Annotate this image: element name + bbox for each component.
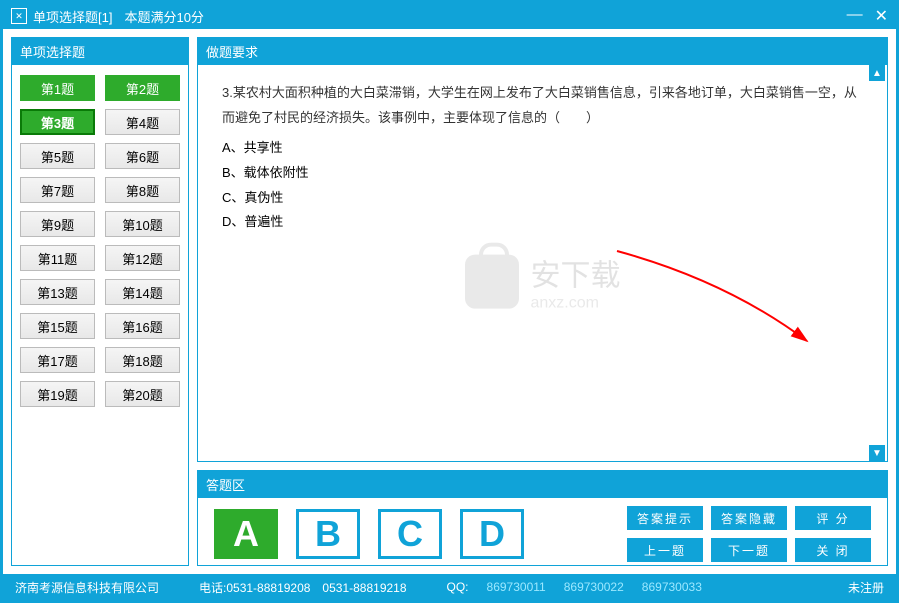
answer-choice-c[interactable]: C xyxy=(378,509,442,559)
question-button-2[interactable]: 第2题 xyxy=(105,75,180,101)
answer-choice-b[interactable]: B xyxy=(296,509,360,559)
qq-3: 869730033 xyxy=(642,580,702,594)
scroll-up-button[interactable]: ▲ xyxy=(869,65,885,81)
phone-label: 电话:0531-88819208 0531-88819218 xyxy=(199,579,407,596)
hint-button[interactable]: 答案提示 xyxy=(627,506,703,530)
lock-icon xyxy=(465,255,519,309)
watermark: 安下载 anxz.com xyxy=(465,251,621,313)
question-button-6[interactable]: 第6题 xyxy=(105,143,180,169)
question-button-5[interactable]: 第5题 xyxy=(20,143,95,169)
qq-2: 869730022 xyxy=(564,580,624,594)
question-button-15[interactable]: 第15题 xyxy=(20,313,95,339)
question-button-9[interactable]: 第9题 xyxy=(20,211,95,237)
close-button[interactable]: ✕ xyxy=(875,6,888,26)
question-button-11[interactable]: 第11题 xyxy=(20,245,95,271)
scroll-down-button[interactable]: ▼ xyxy=(869,445,885,461)
qq-label: QQ: xyxy=(447,580,469,594)
minimize-button[interactable]: — xyxy=(847,6,863,26)
question-button-17[interactable]: 第17题 xyxy=(20,347,95,373)
question-sidebar: 单项选择题 第1题第2题第3题第4题第5题第6题第7题第8题第9题第10题第11… xyxy=(11,37,189,566)
next-button[interactable]: 下一题 xyxy=(711,538,787,562)
question-button-1[interactable]: 第1题 xyxy=(20,75,95,101)
question-button-19[interactable]: 第19题 xyxy=(20,381,95,407)
option-d: D、普遍性 xyxy=(222,210,863,235)
question-button-3[interactable]: 第3题 xyxy=(20,109,95,135)
sidebar-header: 单项选择题 xyxy=(12,38,188,65)
answer-choice-d[interactable]: D xyxy=(460,509,524,559)
statusbar: 济南考源信息科技有限公司 电话:0531-88819208 0531-88819… xyxy=(3,574,896,600)
answer-header: 答题区 xyxy=(198,471,887,498)
question-button-16[interactable]: 第16题 xyxy=(105,313,180,339)
company-label: 济南考源信息科技有限公司 xyxy=(15,579,159,596)
answer-choice-a[interactable]: A xyxy=(214,509,278,559)
question-button-7[interactable]: 第7题 xyxy=(20,177,95,203)
question-button-10[interactable]: 第10题 xyxy=(105,211,180,237)
question-text: 3.某农村大面积种植的大白菜滞销，大学生在网上发布了大白菜销售信息，引来各地订单… xyxy=(222,81,863,130)
question-button-8[interactable]: 第8题 xyxy=(105,177,180,203)
score-button[interactable]: 评 分 xyxy=(795,506,871,530)
titlebar: ✕ 单项选择题[1] 本题满分10分 — ✕ xyxy=(3,3,896,29)
answer-panel: 答题区 ABCD 答案提示 答案隐藏 评 分 上一题 下一题 关 闭 xyxy=(197,470,888,566)
question-header: 做题要求 xyxy=(198,38,887,65)
qq-1: 869730011 xyxy=(487,580,546,594)
register-status: 未注册 xyxy=(848,579,884,596)
question-button-14[interactable]: 第14题 xyxy=(105,279,180,305)
question-button-4[interactable]: 第4题 xyxy=(105,109,180,135)
question-button-20[interactable]: 第20题 xyxy=(105,381,180,407)
hide-answer-button[interactable]: 答案隐藏 xyxy=(711,506,787,530)
prev-button[interactable]: 上一题 xyxy=(627,538,703,562)
option-a: A、共享性 xyxy=(222,136,863,161)
question-panel: 做题要求 ▲ 3.某农村大面积种植的大白菜滞销，大学生在网上发布了大白菜销售信息… xyxy=(197,37,888,462)
question-button-12[interactable]: 第12题 xyxy=(105,245,180,271)
option-c: C、真伪性 xyxy=(222,186,863,211)
question-button-18[interactable]: 第18题 xyxy=(105,347,180,373)
option-b: B、载体依附性 xyxy=(222,161,863,186)
app-icon: ✕ xyxy=(11,8,27,24)
close-panel-button[interactable]: 关 闭 xyxy=(795,538,871,562)
question-button-13[interactable]: 第13题 xyxy=(20,279,95,305)
score-label: 本题满分10分 xyxy=(124,7,846,26)
window-title: 单项选择题[1] xyxy=(33,7,124,26)
